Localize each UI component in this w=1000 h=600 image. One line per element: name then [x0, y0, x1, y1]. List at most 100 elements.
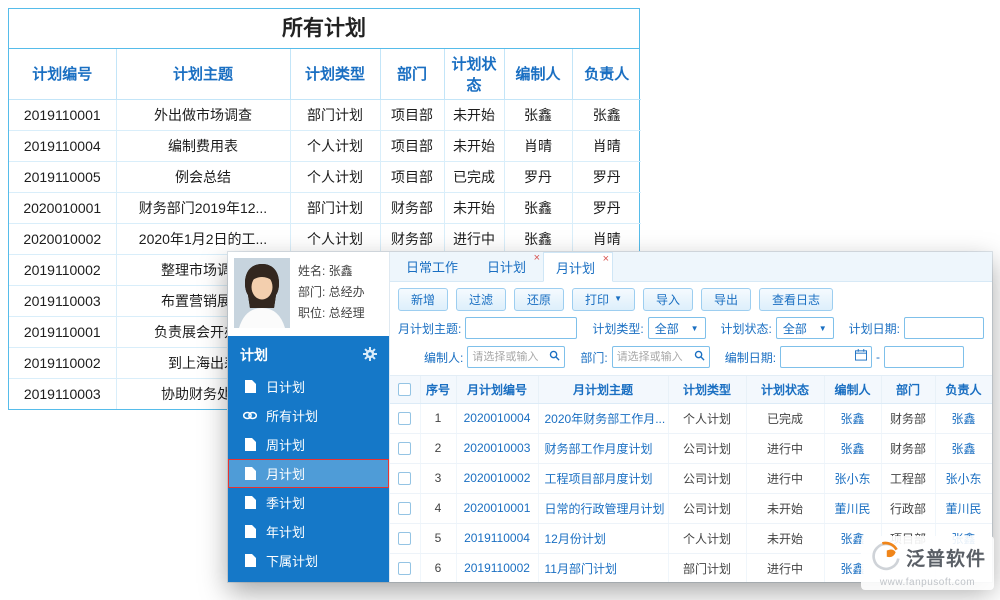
sidebar-item-label: 下属计划 [266, 551, 318, 570]
status-cell: 未开始 [746, 523, 824, 553]
plan-subject-link[interactable]: 2020年财务部工作月... [538, 403, 668, 433]
tab-monthly-plan[interactable]: 月计划 × [543, 252, 613, 282]
sidebar-item-subordinate-plans[interactable]: 下属计划 [228, 546, 389, 575]
compile-date-from-field[interactable] [780, 346, 872, 368]
row-checkbox[interactable] [398, 442, 411, 455]
add-button[interactable]: 新增 [398, 288, 448, 311]
column-header-type: 计划类型 [668, 376, 746, 403]
name-label: 姓名: 张鑫 [298, 261, 365, 282]
compiler-link[interactable]: 董川民 [824, 493, 881, 523]
search-icon[interactable] [549, 348, 560, 366]
plan-date-input[interactable] [904, 317, 984, 339]
sidebar-item-weekly-plan[interactable]: 周计划 [228, 430, 389, 459]
owner-link[interactable]: 董川民 [935, 493, 992, 523]
table-header-row: 序号 月计划编号 月计划主题 计划类型 计划状态 编制人 部门 负责人 [390, 376, 992, 403]
row-checkbox[interactable] [398, 412, 411, 425]
dept-filter-field[interactable] [612, 346, 710, 368]
compiler-filter-field[interactable] [467, 346, 565, 368]
compiler-cell: 张鑫 [504, 223, 572, 254]
plan-type-cell: 个人计划 [290, 161, 380, 192]
select-all-checkbox[interactable] [398, 383, 411, 396]
row-checkbox[interactable] [398, 502, 411, 515]
status-cell: 已完成 [746, 403, 824, 433]
plan-no-link[interactable]: 2019110002 [456, 553, 538, 582]
subject-filter-input[interactable] [465, 317, 577, 339]
plan-subject-cell: 例会总结 [116, 161, 290, 192]
owner-link[interactable]: 张鑫 [935, 433, 992, 463]
plan-no-link[interactable]: 2020010001 [456, 493, 538, 523]
sidebar-title: 计划 [240, 345, 268, 365]
export-button[interactable]: 导出 [701, 288, 751, 311]
tab-daily-work[interactable]: 日常工作 [394, 252, 475, 281]
sidebar-item-monthly-plan[interactable]: 月计划 [228, 459, 389, 488]
row-checkbox[interactable] [398, 472, 411, 485]
plan-no-link[interactable]: 2020010002 [456, 463, 538, 493]
plan-type-cell: 部门计划 [668, 553, 746, 582]
plan-no-cell: 2019110003 [9, 378, 116, 409]
table-row[interactable]: 3 2020010002 工程项目部月度计划 公司计划 进行中 张小东 工程部 … [390, 463, 992, 493]
restore-button[interactable]: 还原 [514, 288, 564, 311]
plan-subject-link[interactable]: 财务部工作月度计划 [538, 433, 668, 463]
dept-cell: 财务部 [380, 192, 444, 223]
caret-down-icon: ▼ [819, 324, 827, 333]
owner-cell: 罗丹 [572, 192, 641, 223]
sidebar-item-daily-plan[interactable]: 日计划 [228, 372, 389, 401]
status-filter-select[interactable]: 全部 ▼ [776, 317, 834, 339]
compiler-cell: 张鑫 [504, 192, 572, 223]
compiler-link[interactable]: 张鑫 [824, 403, 881, 433]
plan-subject-link[interactable]: 11月部门计划 [538, 553, 668, 582]
document-icon [243, 496, 257, 509]
plan-type-cell: 公司计划 [668, 493, 746, 523]
gear-icon[interactable] [363, 347, 377, 364]
print-button[interactable]: 打印 ▼ [572, 288, 635, 311]
dept-filter-input[interactable] [613, 351, 694, 363]
plan-no-link[interactable]: 2020010003 [456, 433, 538, 463]
plan-subject-cell: 外出做市场调查 [116, 99, 290, 130]
status-cell: 未开始 [746, 493, 824, 523]
row-checkbox[interactable] [398, 532, 411, 545]
search-icon[interactable] [694, 348, 705, 366]
compiler-link[interactable]: 张小东 [824, 463, 881, 493]
owner-link[interactable]: 张鑫 [935, 403, 992, 433]
plan-subject-link[interactable]: 工程项目部月度计划 [538, 463, 668, 493]
plan-type-cell: 个人计划 [668, 523, 746, 553]
sidebar-item-yearly-plan[interactable]: 年计划 [228, 517, 389, 546]
filter-button[interactable]: 过滤 [456, 288, 506, 311]
table-row[interactable]: 2 2020010003 财务部工作月度计划 公司计划 进行中 张鑫 财务部 张… [390, 433, 992, 463]
view-log-button[interactable]: 查看日志 [759, 288, 833, 311]
table-row[interactable]: 2019110005 例会总结 个人计划 项目部 已完成 罗丹 罗丹 [9, 161, 641, 192]
row-checkbox[interactable] [398, 562, 411, 575]
sidebar-item-all-plans[interactable]: 所有计划 [228, 401, 389, 430]
tab-daily-plan[interactable]: 日计划 × [475, 252, 543, 281]
type-filter-select[interactable]: 全部 ▼ [648, 317, 706, 339]
calendar-icon[interactable] [855, 348, 867, 366]
plan-subject-cell: 编制费用表 [116, 130, 290, 161]
plan-subject-cell: 财务部门2019年12... [116, 192, 290, 223]
close-icon[interactable]: × [534, 253, 540, 264]
plan-subject-link[interactable]: 日常的行政管理月计划 [538, 493, 668, 523]
dept-cell: 项目部 [380, 161, 444, 192]
table-row[interactable]: 2019110004 编制费用表 个人计划 项目部 未开始 肖晴 肖晴 [9, 130, 641, 161]
table-row[interactable]: 4 2020010001 日常的行政管理月计划 公司计划 未开始 董川民 行政部… [390, 493, 992, 523]
sidebar-item-quarterly-plan[interactable]: 季计划 [228, 488, 389, 517]
owner-link[interactable]: 张小东 [935, 463, 992, 493]
compiler-filter-input[interactable] [468, 351, 549, 363]
plan-subject-link[interactable]: 12月份计划 [538, 523, 668, 553]
close-icon[interactable]: × [603, 254, 609, 265]
compiler-link[interactable]: 张鑫 [824, 433, 881, 463]
compile-date-to-input[interactable] [884, 346, 964, 368]
plan-no-link[interactable]: 2019110004 [456, 523, 538, 553]
column-header-serial: 序号 [420, 376, 456, 403]
table-row[interactable]: 2020010001 财务部门2019年12... 部门计划 财务部 未开始 张… [9, 192, 641, 223]
table-row[interactable]: 1 2020010004 2020年财务部工作月... 个人计划 已完成 张鑫 … [390, 403, 992, 433]
compile-date-from-input[interactable] [781, 351, 855, 363]
caret-down-icon: ▼ [614, 295, 622, 303]
import-button[interactable]: 导入 [643, 288, 693, 311]
table-row[interactable]: 2020010002 2020年1月2日的工... 个人计划 财务部 进行中 张… [9, 223, 641, 254]
compiler-cell: 肖晴 [504, 130, 572, 161]
plan-no-cell: 2019110005 [9, 161, 116, 192]
status-cell: 未开始 [444, 99, 504, 130]
table-row[interactable]: 2019110001 外出做市场调查 部门计划 项目部 未开始 张鑫 张鑫 [9, 99, 641, 130]
plan-no-link[interactable]: 2020010004 [456, 403, 538, 433]
checkbox-cell [390, 403, 420, 433]
